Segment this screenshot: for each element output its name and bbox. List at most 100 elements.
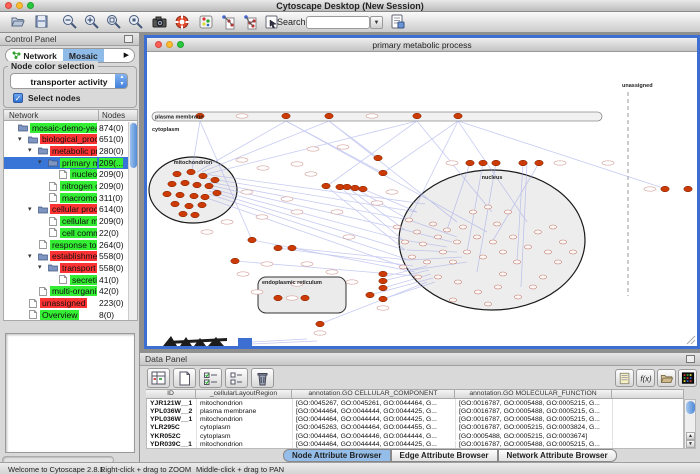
layout-a-icon[interactable]: [220, 14, 238, 31]
tree-row-secretion[interactable]: secretion41(0): [4, 274, 137, 286]
tab-node-attribute-browser[interactable]: Node Attribute Browser: [283, 449, 391, 462]
table-cell[interactable]: cytoplasm: [197, 424, 293, 432]
scroll-up-button[interactable]: ▲: [686, 432, 695, 440]
tree-row-macromolecule[interactable]: macromolecule311(0): [4, 192, 137, 204]
column-header-id[interactable]: ID: [146, 389, 196, 399]
vizmapper-icon[interactable]: [198, 14, 216, 31]
table-cell[interactable]: YDR039C__1: [147, 441, 197, 449]
search-input[interactable]: [306, 16, 370, 29]
disclosure-arrow-icon[interactable]: ▾: [28, 252, 32, 260]
table-row-ykr052c[interactable]: YKR052Ccytoplasm[GO:0044464, GO:0044446,…: [147, 432, 684, 440]
table-cell[interactable]: YKR052C: [147, 432, 197, 440]
table-cell[interactable]: YPL036W__2: [147, 407, 197, 415]
table-cell[interactable]: [GO:0044464, GO:0044446, GO:0044444, G..…: [293, 432, 456, 440]
tree-col-network[interactable]: Network: [9, 111, 38, 120]
table-row-yjr121w-1[interactable]: YJR121W__1mitochondrion[GO:0045267, GO:0…: [147, 399, 684, 407]
zoom-out-icon[interactable]: [62, 14, 80, 31]
table-cell[interactable]: YJR121W__1: [147, 399, 197, 407]
column-header-annotation-go-cellular-component[interactable]: annotation.GO CELLULAR_COMPONENT: [292, 389, 455, 399]
tree-row-overview[interactable]: Overview8(0): [4, 309, 137, 321]
tab-network-attribute-browser[interactable]: Network Attribute Browser: [498, 449, 617, 462]
zoom-selected-icon[interactable]: [106, 14, 124, 31]
zoom-fit-icon[interactable]: [128, 14, 146, 31]
search-config-icon[interactable]: [390, 14, 408, 31]
table-cell[interactable]: [GO:0044464, GO:0044444, GO:0044425, G..…: [293, 416, 456, 424]
disclosure-arrow-icon[interactable]: ▾: [18, 135, 22, 143]
tree-scrollbar-thumb[interactable]: [130, 123, 137, 168]
tree-row-establishment-of-lo[interactable]: ▾establishment of lo558(0): [4, 251, 137, 263]
table-cell[interactable]: [GO:0016787, GO:0005488, GO:0005215, G..…: [456, 407, 613, 415]
table-cell[interactable]: [GO:0044464, GO:0044444, GO:0044425, G..…: [293, 441, 456, 449]
tab-edge-attribute-browser[interactable]: Edge Attribute Browser: [391, 449, 498, 462]
table-cell[interactable]: [GO:0044464, GO:0044444, GO:0044425, G..…: [293, 407, 456, 415]
table-row-ypl036w-2[interactable]: YPL036W__2plasma membrane[GO:0044464, GO…: [147, 407, 684, 415]
table-cell[interactable]: [GO:0045267, GO:0045261, GO:0044464, G..…: [293, 399, 456, 407]
table-cell[interactable]: mitochondrion: [197, 441, 293, 449]
checked-list-icon[interactable]: [199, 368, 222, 388]
select-nodes-checkbox[interactable]: ✓: [13, 93, 23, 103]
new-attribute-icon[interactable]: [173, 368, 196, 388]
tree-row-response-to-stimulu[interactable]: response to stimulu264(0): [4, 239, 137, 251]
table-cell[interactable]: [GO:0016787, GO:0005215, GO:0003824, G..…: [456, 424, 613, 432]
table-row-ylr295c[interactable]: YLR295Ccytoplasm[GO:0045263, GO:0044464,…: [147, 424, 684, 432]
tree-row-mosaic-demo-yeast[interactable]: mosaic-demo-yeast874(0): [4, 122, 137, 134]
search-dropdown-button[interactable]: ▼: [370, 16, 383, 29]
help-icon[interactable]: [174, 14, 192, 31]
column-header--cellularlayoutregion[interactable]: _cellularLayoutRegion: [196, 389, 292, 399]
network-window[interactable]: primary metabolic process plasma membran…: [144, 35, 700, 349]
delete-attribute-icon[interactable]: [251, 368, 274, 388]
table-cell[interactable]: [GO:0016787, GO:0005488, GO:0005215, G..…: [456, 441, 613, 449]
float-panel-icon[interactable]: [124, 35, 133, 43]
table-cell[interactable]: plasma membrane: [197, 407, 293, 415]
table-cell[interactable]: [GO:0045263, GO:0044464, GO:0044455, G..…: [293, 424, 456, 432]
tab-overflow-arrow[interactable]: ▶: [104, 49, 134, 62]
import-folder-icon[interactable]: [657, 369, 676, 387]
network-canvas[interactable]: plasma membranecytoplasmmitochondrionnuc…: [147, 52, 697, 346]
tree-col-nodes[interactable]: Nodes: [102, 111, 125, 120]
tree-row-cellular-process[interactable]: ▾cellular process614(0): [4, 204, 137, 216]
matrix-icon[interactable]: [678, 369, 697, 387]
tree-row-nucleobase-[interactable]: nucleobase-209(0): [4, 169, 137, 181]
open-file-icon[interactable]: [10, 14, 28, 31]
tree-column-divider[interactable]: [98, 110, 99, 121]
formula-icon[interactable]: f(x): [636, 369, 655, 387]
tree-row-multi-organism-pro[interactable]: multi-organism pro42(0): [4, 286, 137, 298]
table-row-ypl036w-1[interactable]: YPL036W__1mitochondrion[GO:0044464, GO:0…: [147, 416, 684, 424]
table-scrollbar-thumb[interactable]: [686, 401, 695, 414]
table-cell[interactable]: YPL036W__1: [147, 416, 197, 424]
tree-row-biological-process[interactable]: ▾biological_process651(0): [4, 134, 137, 146]
zoom-in-icon[interactable]: [84, 14, 102, 31]
disclosure-arrow-icon[interactable]: ▾: [28, 205, 32, 213]
network-window-titlebar[interactable]: primary metabolic process: [147, 38, 697, 52]
column-header-annotation-go-molecular-function[interactable]: annotation.GO MOLECULAR_FUNCTION: [455, 389, 612, 399]
data-panel-float-icon[interactable]: [686, 355, 695, 363]
tree-row-nitrogen-compo[interactable]: nitrogen compo209(0): [4, 181, 137, 193]
table-cell[interactable]: mitochondrion: [197, 399, 293, 407]
tree-row-unassigned[interactable]: unassigned223(0): [4, 298, 137, 310]
layout-b-icon[interactable]: [242, 14, 260, 31]
table-cell[interactable]: [GO:0016787, GO:0005488, GO:0005215, G..…: [456, 416, 613, 424]
unchecked-list-icon[interactable]: [225, 368, 248, 388]
tree-row-metabolic-process[interactable]: ▾metabolic process280(0): [4, 145, 137, 157]
table-row-ydr039c-1[interactable]: YDR039C__1mitochondrion[GO:0044464, GO:0…: [147, 441, 684, 449]
scroll-down-button[interactable]: ▼: [686, 440, 695, 448]
tree-scrollbar[interactable]: [128, 122, 137, 320]
disclosure-arrow-icon[interactable]: ▾: [28, 146, 32, 154]
table-cell[interactable]: [GO:0005488, GO:0005215, GO:0003674]: [456, 432, 613, 440]
column-header-empty[interactable]: [612, 389, 684, 399]
table-scrollbar[interactable]: ▲ ▼: [684, 399, 696, 449]
disclosure-arrow-icon[interactable]: ▾: [38, 263, 42, 271]
node-color-dropdown[interactable]: transporter activity ▲▼: [10, 73, 128, 89]
table-cell[interactable]: mitochondrion: [197, 416, 293, 424]
tree-row-transport[interactable]: ▾transport558(0): [4, 262, 137, 274]
attribute-select-icon[interactable]: [147, 368, 170, 388]
tree-row-primary-metabolic[interactable]: ▾primary metabolic209(...: [4, 157, 137, 169]
snapshot-icon[interactable]: [152, 14, 170, 31]
table-cell[interactable]: [GO:0016787, GO:0005488, GO:0005215, G..…: [456, 399, 613, 407]
notepad-icon[interactable]: [615, 369, 634, 387]
save-icon[interactable]: [34, 14, 52, 31]
table-cell[interactable]: YLR295C: [147, 424, 197, 432]
table-cell[interactable]: cytoplasm: [197, 432, 293, 440]
tree-row-cellular-metabo[interactable]: cellular metabo209(0): [4, 216, 137, 228]
birdseye-overview-panel[interactable]: [5, 333, 135, 453]
